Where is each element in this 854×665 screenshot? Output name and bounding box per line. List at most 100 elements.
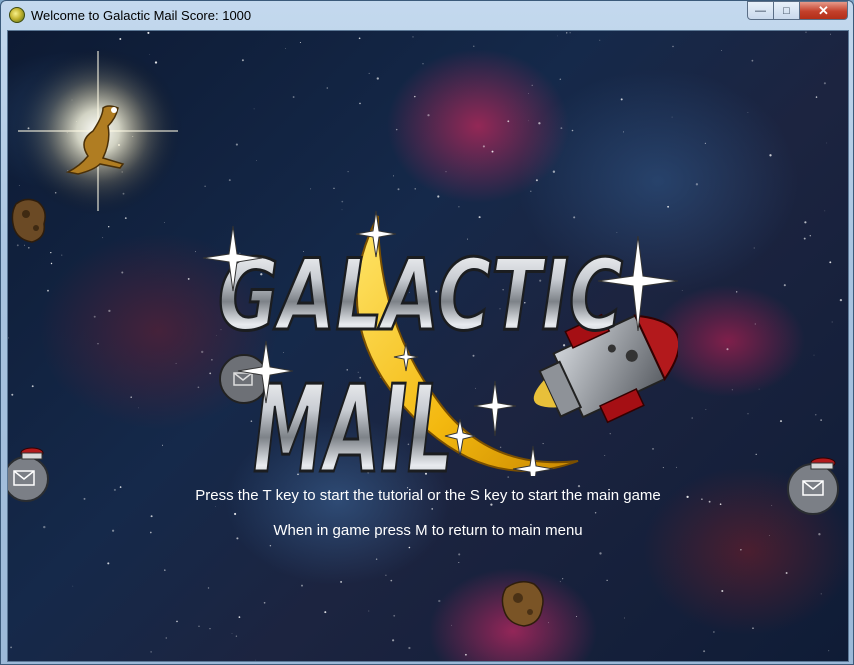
background-star	[393, 614, 396, 617]
background-star	[804, 221, 807, 224]
background-star	[671, 116, 673, 118]
background-star	[235, 635, 238, 637]
background-star	[445, 171, 447, 173]
background-star	[754, 323, 756, 325]
background-star	[238, 616, 241, 618]
title-bar[interactable]: Welcome to Galactic Mail Score: 1000 — □…	[1, 1, 853, 30]
background-star	[820, 419, 822, 421]
background-star	[376, 77, 379, 80]
background-star	[358, 37, 361, 40]
background-star	[11, 393, 14, 396]
background-star	[422, 63, 424, 65]
background-star	[385, 574, 387, 576]
background-star	[528, 120, 529, 122]
background-star	[175, 362, 177, 364]
background-star	[624, 617, 625, 619]
background-star	[395, 128, 398, 131]
background-star	[826, 142, 828, 144]
background-star	[150, 651, 152, 653]
logo-title-line-2: MAIL	[253, 361, 453, 476]
background-star	[458, 553, 461, 556]
minimize-button[interactable]: —	[747, 1, 774, 20]
background-star	[779, 420, 783, 423]
background-star	[164, 569, 166, 571]
background-star	[161, 444, 164, 446]
background-star	[254, 659, 256, 661]
background-star	[176, 620, 178, 623]
background-star	[255, 160, 257, 161]
background-star	[758, 388, 760, 390]
background-star	[324, 611, 327, 614]
background-star	[681, 290, 683, 291]
background-star	[61, 254, 63, 256]
background-star	[482, 145, 485, 148]
app-icon[interactable]	[9, 7, 25, 23]
background-star	[427, 114, 430, 117]
return-menu-instruction: When in game press M to return to main m…	[273, 522, 583, 539]
maximize-icon: □	[783, 4, 790, 17]
minimize-icon: —	[755, 4, 766, 17]
background-star	[138, 407, 139, 409]
background-star	[623, 131, 625, 133]
maximize-button[interactable]: □	[774, 1, 800, 20]
background-star	[831, 321, 833, 323]
background-star	[414, 95, 416, 98]
background-star	[565, 32, 568, 34]
background-star	[150, 515, 153, 518]
background-star	[705, 409, 707, 410]
asteroid-sprite	[501, 581, 544, 627]
background-star	[713, 631, 715, 633]
logo-title-line-1: GALACTIC	[218, 239, 623, 353]
background-star	[130, 396, 132, 398]
background-star	[231, 633, 233, 634]
background-star	[809, 235, 811, 237]
background-star	[10, 646, 12, 649]
background-star	[50, 262, 53, 265]
background-star	[824, 210, 826, 212]
background-star	[691, 417, 693, 419]
background-star	[552, 170, 556, 173]
background-star	[368, 610, 370, 612]
close-button[interactable]: ✕	[800, 1, 848, 20]
background-star	[347, 170, 349, 173]
background-star	[599, 39, 601, 41]
background-star	[465, 653, 467, 656]
game-canvas[interactable]: GALACTIC MAIL Press the T key to start t…	[7, 30, 849, 662]
game-window: Welcome to Galactic Mail Score: 1000 — □…	[0, 0, 854, 665]
background-star	[813, 354, 815, 356]
background-star	[235, 143, 238, 146]
background-star	[785, 572, 788, 574]
background-star	[292, 96, 295, 98]
background-star	[412, 36, 414, 38]
background-star	[721, 589, 724, 593]
background-star	[769, 154, 772, 157]
background-star	[823, 82, 826, 85]
background-star	[751, 59, 754, 62]
background-star	[805, 31, 807, 33]
background-star	[393, 175, 394, 177]
background-star	[147, 31, 150, 34]
background-star	[731, 389, 733, 391]
background-star	[431, 508, 434, 510]
background-star	[72, 585, 74, 587]
background-star	[571, 129, 574, 132]
background-star	[47, 289, 49, 292]
background-star	[771, 505, 773, 506]
background-star	[538, 122, 541, 125]
background-star	[165, 637, 167, 639]
background-star	[299, 41, 301, 44]
background-star	[108, 309, 111, 313]
background-star	[830, 33, 831, 35]
background-star	[695, 183, 699, 186]
background-star	[195, 251, 196, 253]
background-star	[121, 271, 124, 274]
background-star	[752, 627, 754, 629]
background-star	[704, 142, 707, 145]
background-star	[820, 593, 822, 595]
background-star	[408, 546, 411, 549]
background-star	[50, 251, 52, 254]
background-star	[107, 562, 110, 565]
close-icon: ✕	[818, 2, 829, 18]
background-star	[507, 120, 510, 123]
background-star	[241, 59, 244, 62]
